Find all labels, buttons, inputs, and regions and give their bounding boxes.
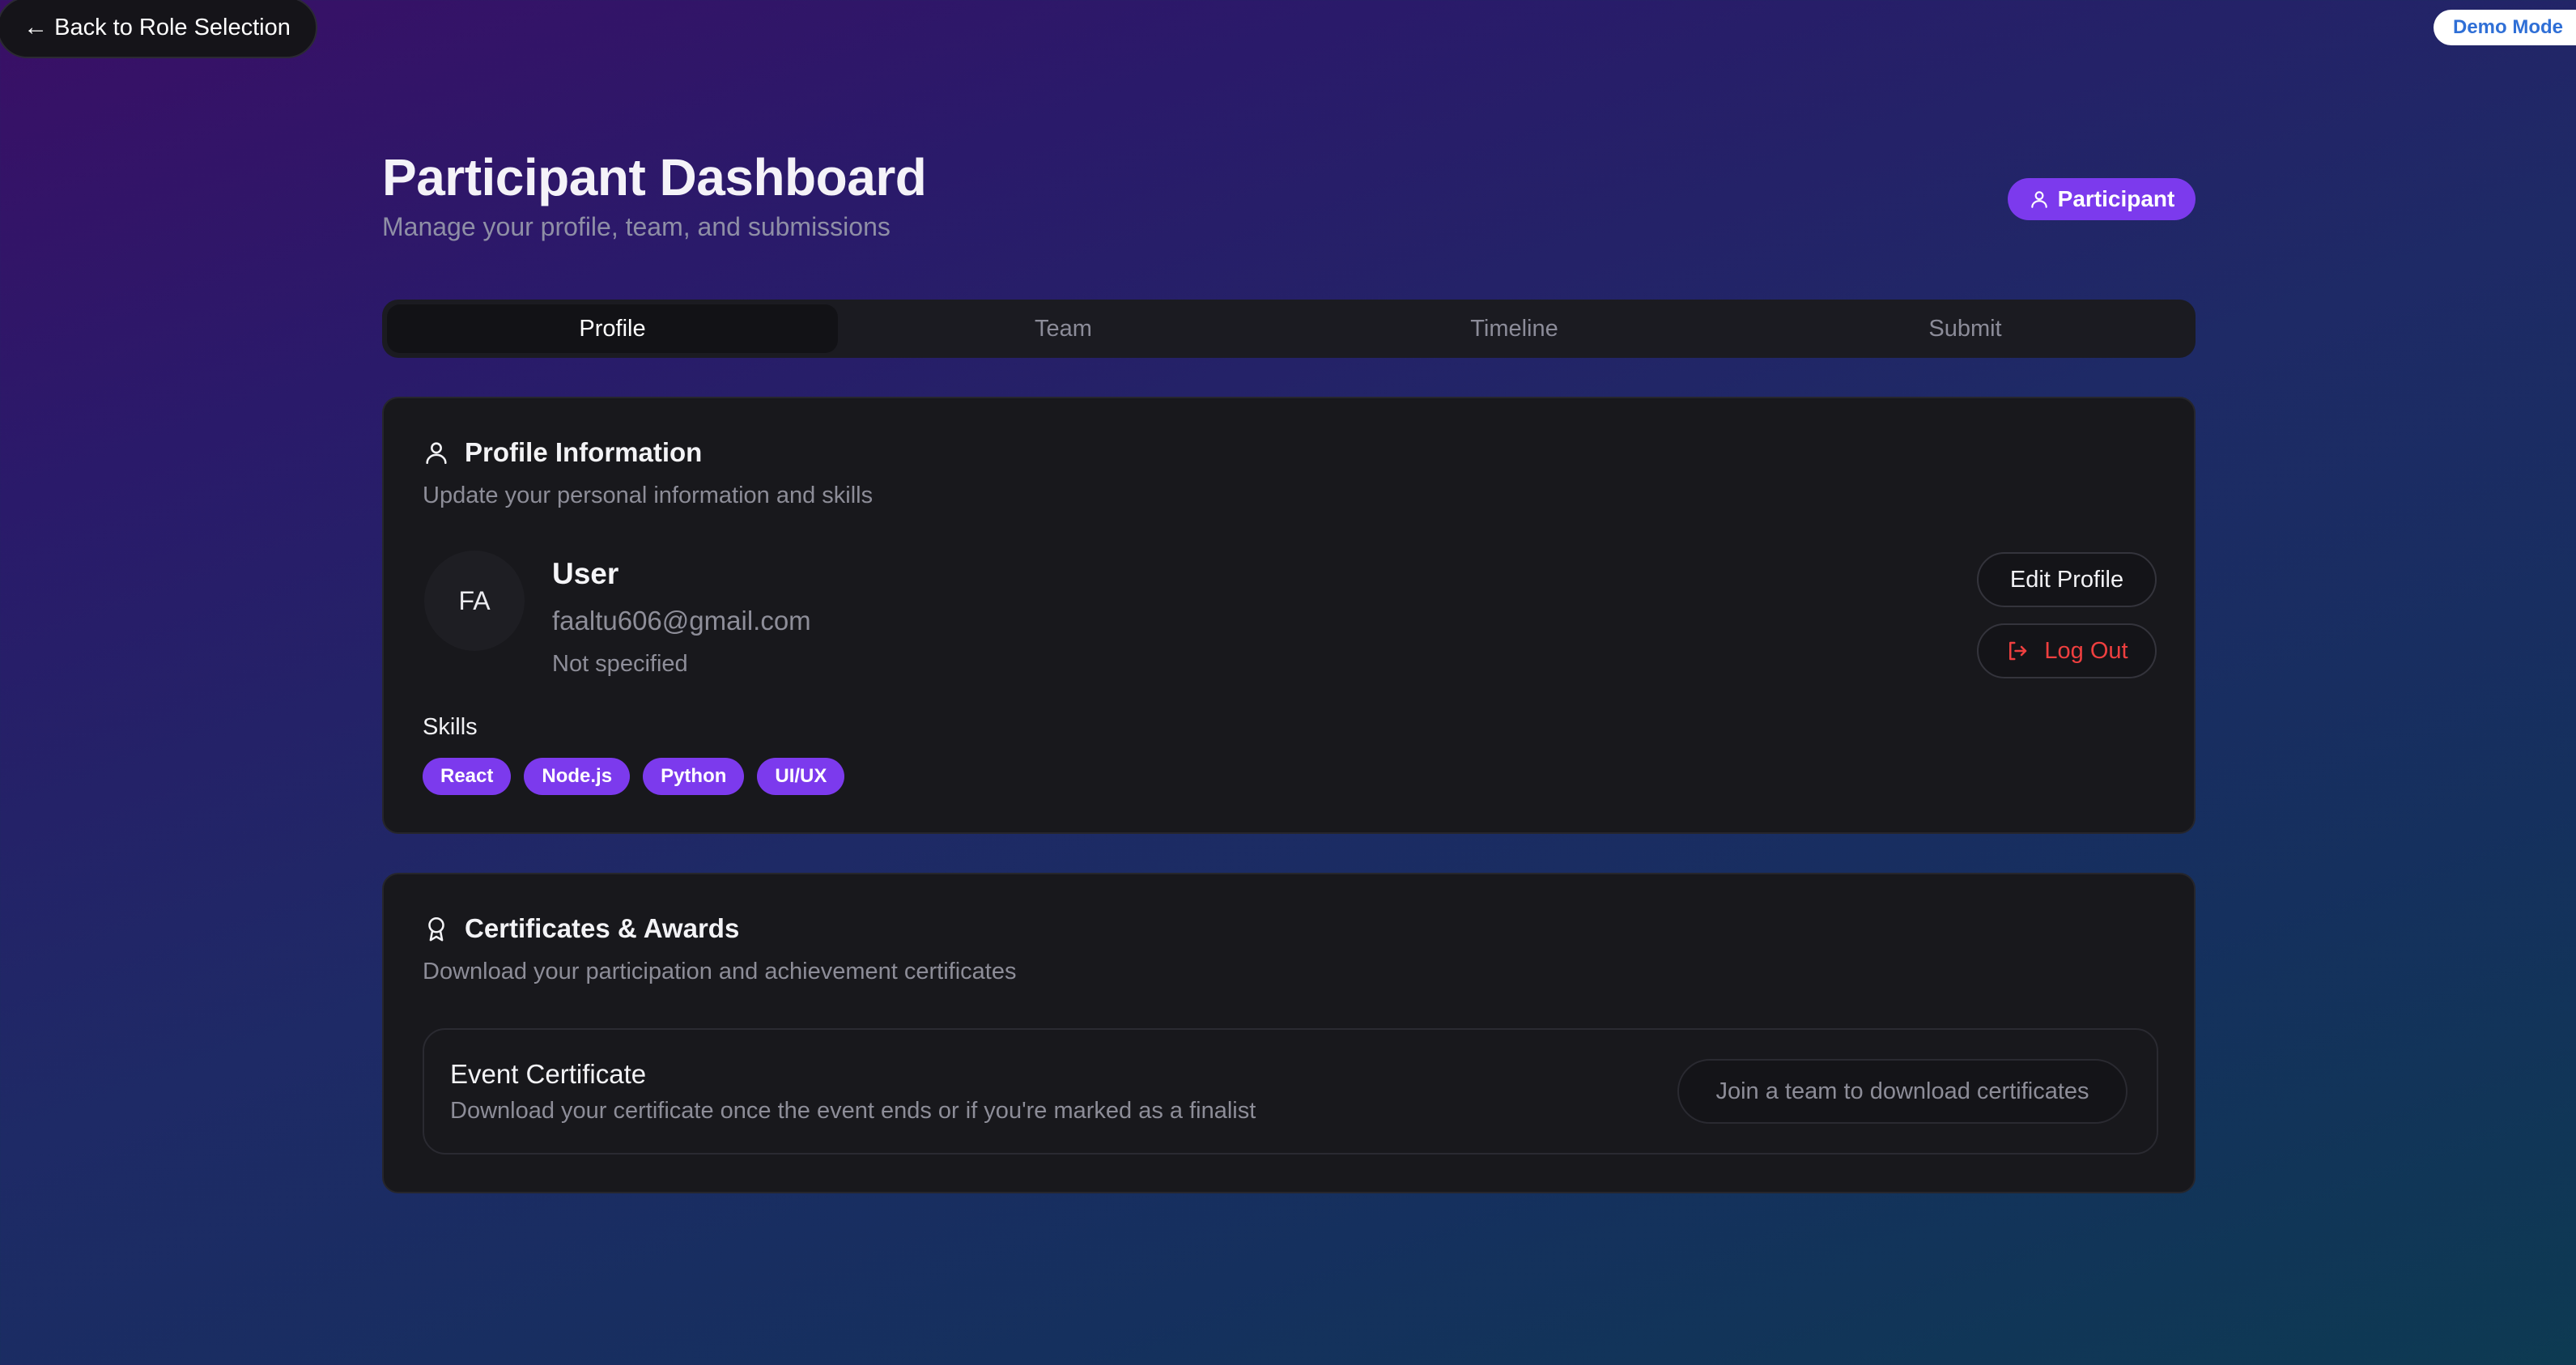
demo-mode-label: Demo Mode xyxy=(2453,16,2564,38)
dashboard-tabs: Profile Team Timeline Submit xyxy=(382,300,2196,358)
profile-card-header: Profile Information xyxy=(423,437,702,468)
demo-mode-badge: Demo Mode xyxy=(2434,10,2576,45)
skills-list: React Node.js Python UI/UX xyxy=(423,758,845,795)
award-icon xyxy=(423,915,450,942)
edit-profile-button[interactable]: Edit Profile xyxy=(1977,552,2157,607)
tab-profile[interactable]: Profile xyxy=(387,304,838,353)
user-email: faaltu606@gmail.com xyxy=(552,606,811,636)
certificates-card-header: Certificates & Awards xyxy=(423,913,739,944)
logout-button[interactable]: Log Out xyxy=(1977,623,2157,678)
back-to-role-selection-button[interactable]: ← Back to Role Selection xyxy=(0,0,317,58)
certificate-description: Download your certificate once the event… xyxy=(450,1098,1256,1124)
page-title: Participant Dashboard xyxy=(382,148,927,206)
user-location: Not specified xyxy=(552,651,688,677)
join-team-to-download-button[interactable]: Join a team to download certificates xyxy=(1677,1059,2128,1124)
profile-card: Profile Information Update your personal… xyxy=(382,397,2196,834)
certificates-card-title: Certificates & Awards xyxy=(465,913,740,943)
skill-chip: Python xyxy=(643,758,745,795)
profile-card-title: Profile Information xyxy=(465,437,703,467)
event-certificate-item: Event Certificate Download your certific… xyxy=(423,1028,2158,1155)
logout-label: Log Out xyxy=(2044,637,2128,664)
user-name: User xyxy=(552,557,619,590)
arrow-left-icon: ← xyxy=(23,14,49,40)
certificate-title: Event Certificate xyxy=(450,1059,647,1089)
tab-team[interactable]: Team xyxy=(838,304,1289,353)
profile-card-description: Update your personal information and ski… xyxy=(423,483,874,508)
tab-timeline[interactable]: Timeline xyxy=(1289,304,1740,353)
tab-submit[interactable]: Submit xyxy=(1740,304,2191,353)
skill-chip: UI/UX xyxy=(757,758,845,795)
avatar: FA xyxy=(424,551,525,651)
certificates-card: Certificates & Awards Download your part… xyxy=(382,873,2196,1193)
user-icon xyxy=(423,439,450,466)
skill-chip: Node.js xyxy=(524,758,631,795)
certificates-card-description: Download your participation and achievem… xyxy=(423,959,1017,984)
skills-label: Skills xyxy=(423,714,478,740)
page-subtitle: Manage your profile, team, and submissio… xyxy=(382,212,891,241)
role-badge-label: Participant xyxy=(2057,186,2175,211)
back-button-label: Back to Role Selection xyxy=(54,14,291,40)
logout-icon xyxy=(2005,639,2030,663)
role-badge: Participant xyxy=(2008,178,2196,220)
user-icon xyxy=(2029,189,2050,210)
skill-chip: React xyxy=(423,758,512,795)
edit-profile-label: Edit Profile xyxy=(2009,566,2124,593)
